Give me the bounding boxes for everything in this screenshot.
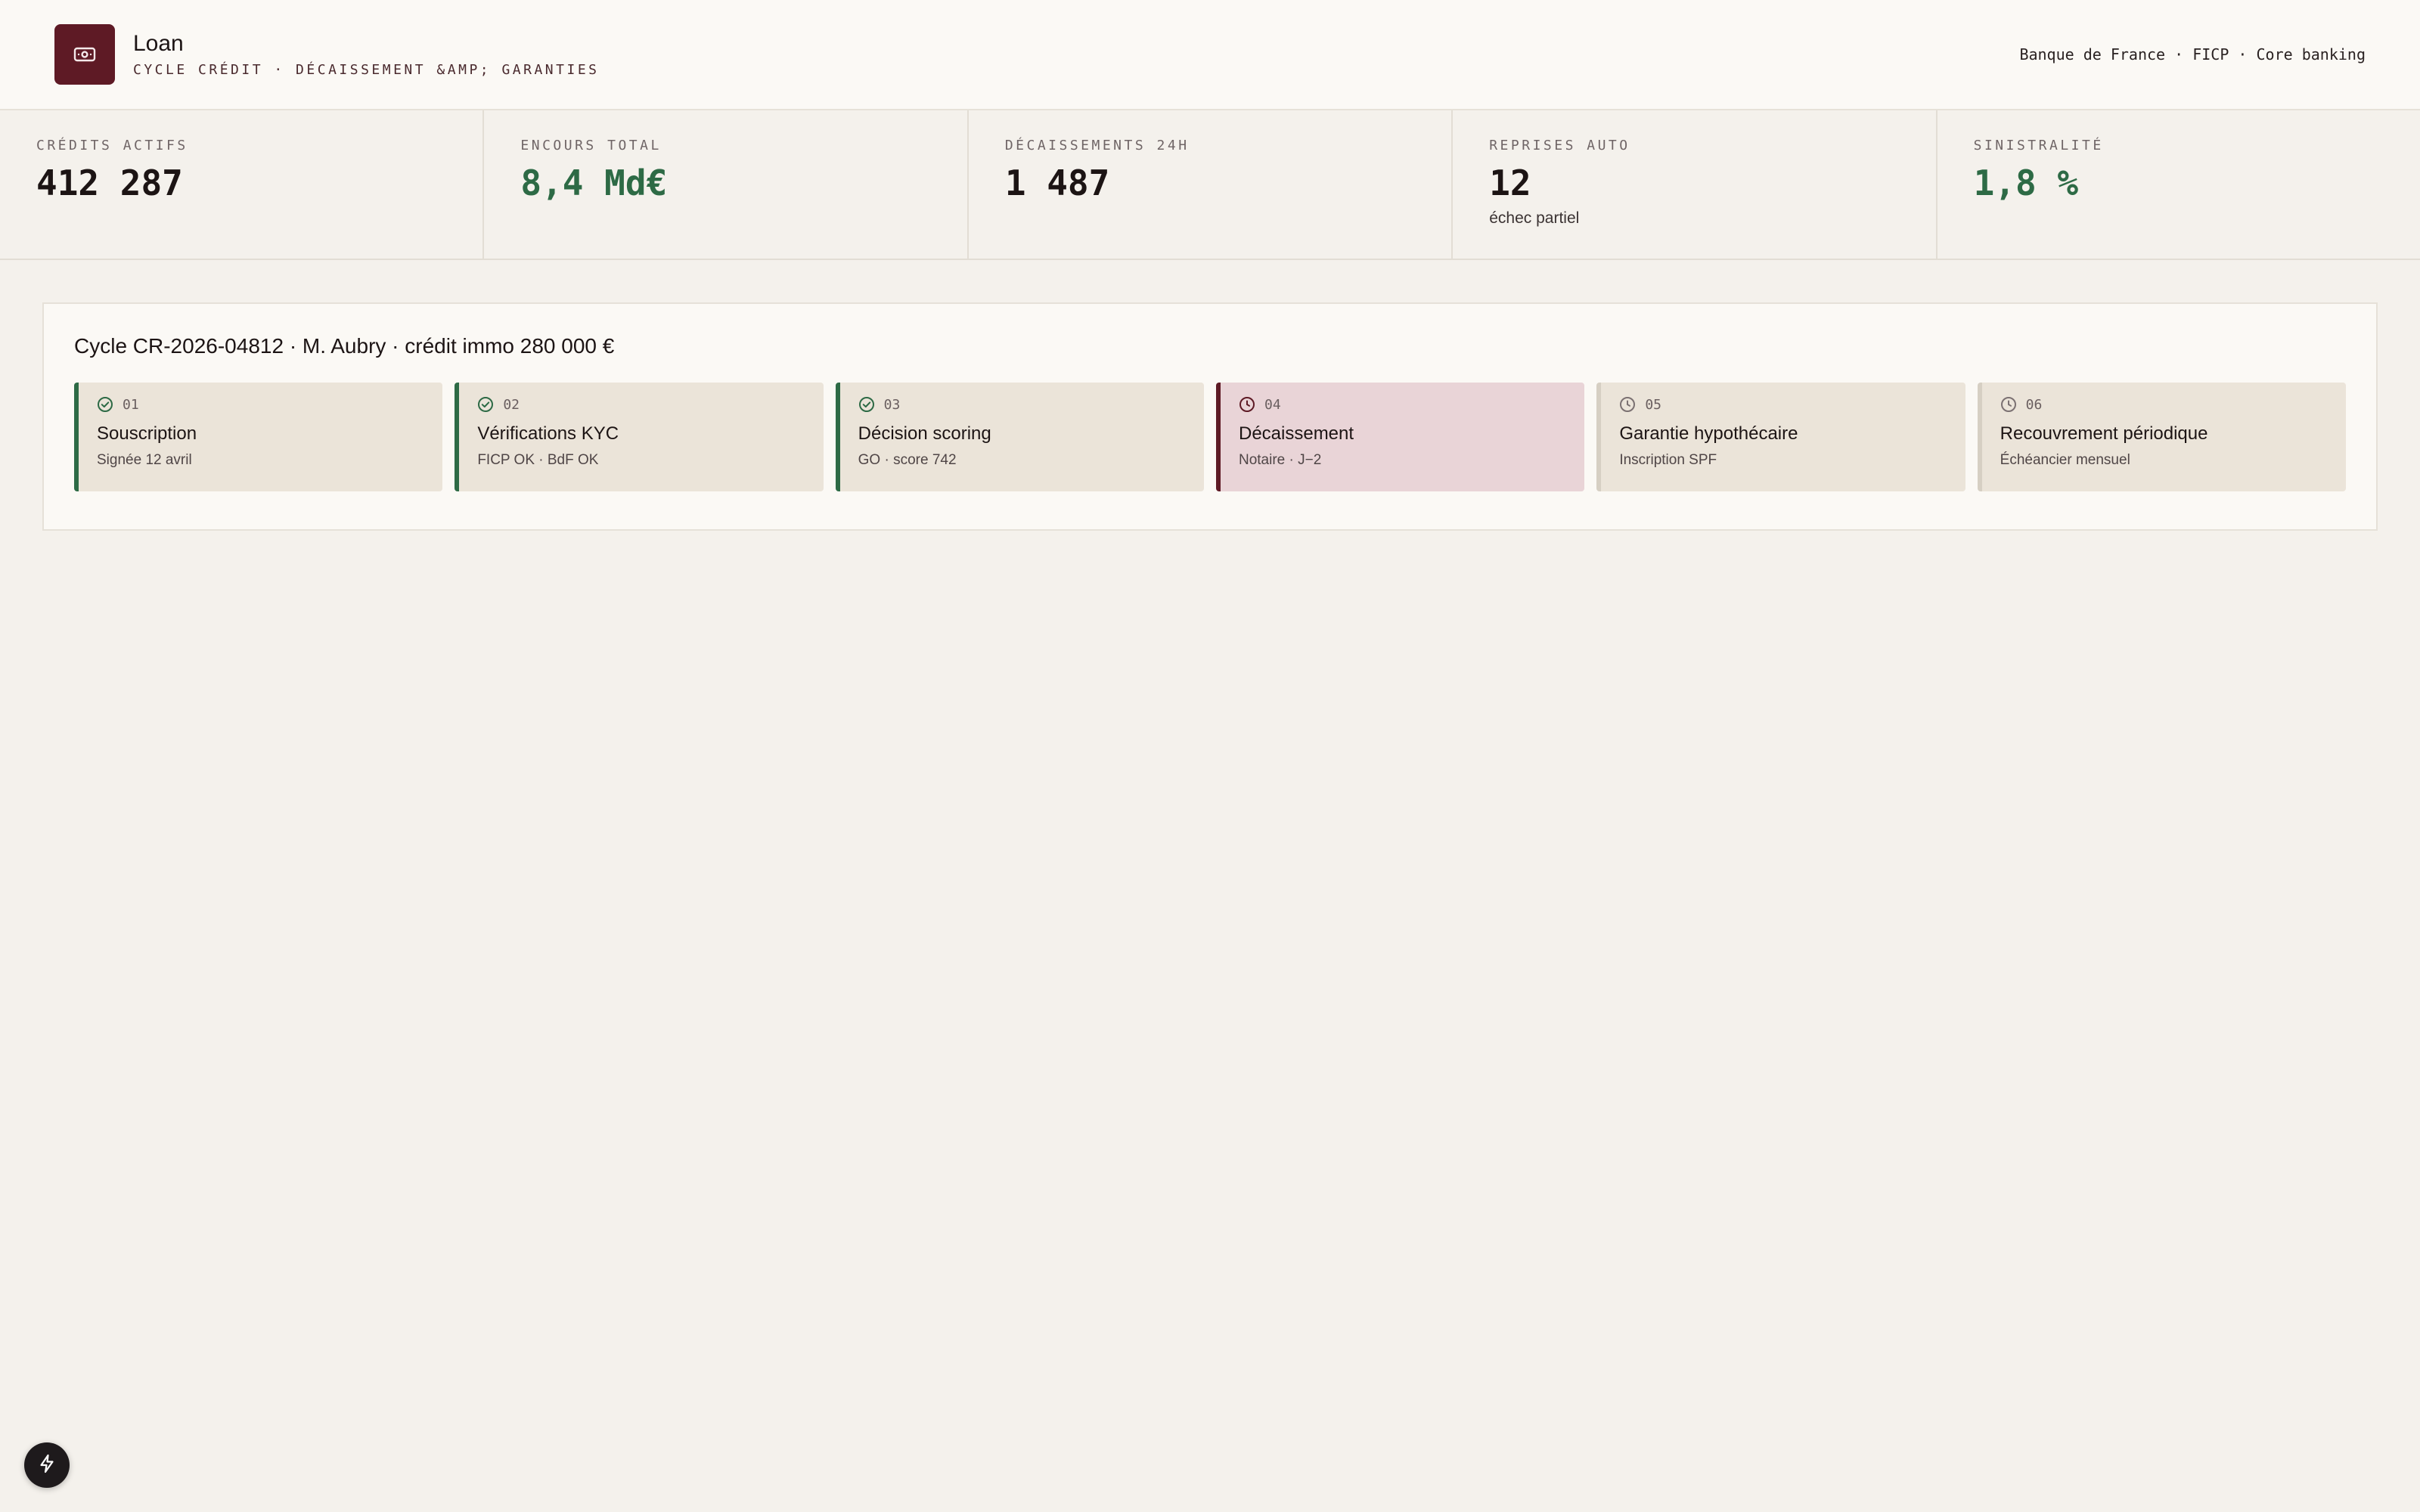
step-subtitle: FICP OK · BdF OK <box>477 452 599 468</box>
bolt-icon <box>36 1453 57 1478</box>
check-circle-icon <box>858 396 875 413</box>
kpi-value: 8,4 Md€ <box>520 163 668 203</box>
step-garantie-hypothecaire[interactable]: 05 Garantie hypothécaire Inscription SPF <box>1596 383 1965 491</box>
kpi-value: 12 <box>1489 163 1531 203</box>
kpi-strip: CRÉDITS ACTIFS 412 287 ENCOURS TOTAL 8,4… <box>0 110 2420 260</box>
kpi-label: ENCOURS TOTAL <box>520 138 662 153</box>
app-subtitle: CYCLE CRÉDIT · DÉCAISSEMENT &AMP; GARANT… <box>133 62 600 78</box>
step-verifications-kyc[interactable]: 02 Vérifications KYC FICP OK · BdF OK <box>455 383 824 491</box>
step-header: 06 <box>2000 396 2328 413</box>
check-circle-icon <box>477 396 494 413</box>
step-title: Décision scoring <box>858 423 991 444</box>
kpi-sinistralite: SINISTRALITÉ 1,8 % <box>1938 110 2420 259</box>
quick-action-button[interactable] <box>24 1442 70 1488</box>
step-header: 05 <box>1619 396 1947 413</box>
kpi-label: CRÉDITS ACTIFS <box>36 138 188 153</box>
cycle-steps: 01 Souscription Signée 12 avril 02 Vérif… <box>74 383 2346 491</box>
step-header: 03 <box>858 396 1186 413</box>
clock-icon <box>1239 396 1255 413</box>
kpi-value: 1 487 <box>1004 163 1110 203</box>
step-number: 06 <box>2025 396 2043 413</box>
cycle-panel: Cycle CR-2026-04812 · M. Aubry · crédit … <box>42 302 2378 531</box>
kpi-label: DÉCAISSEMENTS 24H <box>1004 138 1190 153</box>
step-title: Décaissement <box>1238 423 1354 444</box>
kpi-reprises-auto: REPRISES AUTO 12 échec partiel <box>1453 110 1938 259</box>
step-decision-scoring[interactable]: 03 Décision scoring GO · score 742 <box>835 383 1204 491</box>
check-circle-icon <box>97 396 113 413</box>
step-recouvrement-periodique[interactable]: 06 Recouvrement périodique Échéancier me… <box>1977 383 2346 491</box>
step-number: 02 <box>503 396 520 413</box>
step-subtitle: GO · score 742 <box>858 452 957 468</box>
step-number: 01 <box>123 396 139 413</box>
app-header: Loan CYCLE CRÉDIT · DÉCAISSEMENT &AMP; G… <box>0 0 2420 110</box>
kpi-value: 1,8 % <box>1973 163 2079 203</box>
step-subtitle: Notaire · J−2 <box>1238 452 1322 468</box>
step-subtitle: Inscription SPF <box>1619 452 1717 468</box>
banknote-icon <box>54 24 115 85</box>
step-header: 04 <box>1239 396 1566 413</box>
kpi-label: REPRISES AUTO <box>1489 138 1630 153</box>
step-number: 05 <box>1645 396 1661 413</box>
step-souscription[interactable]: 01 Souscription Signée 12 avril <box>74 383 443 491</box>
step-title: Souscription <box>97 423 197 444</box>
step-title: Vérifications KYC <box>477 423 619 444</box>
step-header: 02 <box>477 396 805 413</box>
cycle-title: Cycle CR-2026-04812 · M. Aubry · crédit … <box>74 334 615 358</box>
header-meta: Banque de France · FICP · Core banking <box>2019 45 2366 64</box>
brand: Loan CYCLE CRÉDIT · DÉCAISSEMENT &AMP; G… <box>54 24 600 85</box>
kpi-credits-actifs: CRÉDITS ACTIFS 412 287 <box>0 110 485 259</box>
kpi-decaissements: DÉCAISSEMENTS 24H 1 487 <box>969 110 1454 259</box>
step-title: Recouvrement périodique <box>2000 423 2208 444</box>
step-title: Garantie hypothécaire <box>1619 423 1798 444</box>
clock-icon <box>2000 396 2017 413</box>
step-header: 01 <box>97 396 424 413</box>
app-title: Loan <box>133 31 184 56</box>
step-number: 04 <box>1264 396 1281 413</box>
step-number: 03 <box>883 396 901 413</box>
step-decaissement[interactable]: 04 Décaissement Notaire · J−2 <box>1215 383 1585 491</box>
kpi-label: SINISTRALITÉ <box>1973 138 2104 153</box>
step-subtitle: Signée 12 avril <box>97 452 192 468</box>
brand-text: Loan CYCLE CRÉDIT · DÉCAISSEMENT &AMP; G… <box>133 31 600 78</box>
clock-icon <box>1619 396 1636 413</box>
kpi-note: échec partiel <box>1489 209 1580 227</box>
kpi-encours-total: ENCOURS TOTAL 8,4 Md€ <box>484 110 969 259</box>
kpi-value: 412 287 <box>36 163 183 203</box>
step-subtitle: Échéancier mensuel <box>2000 452 2130 468</box>
